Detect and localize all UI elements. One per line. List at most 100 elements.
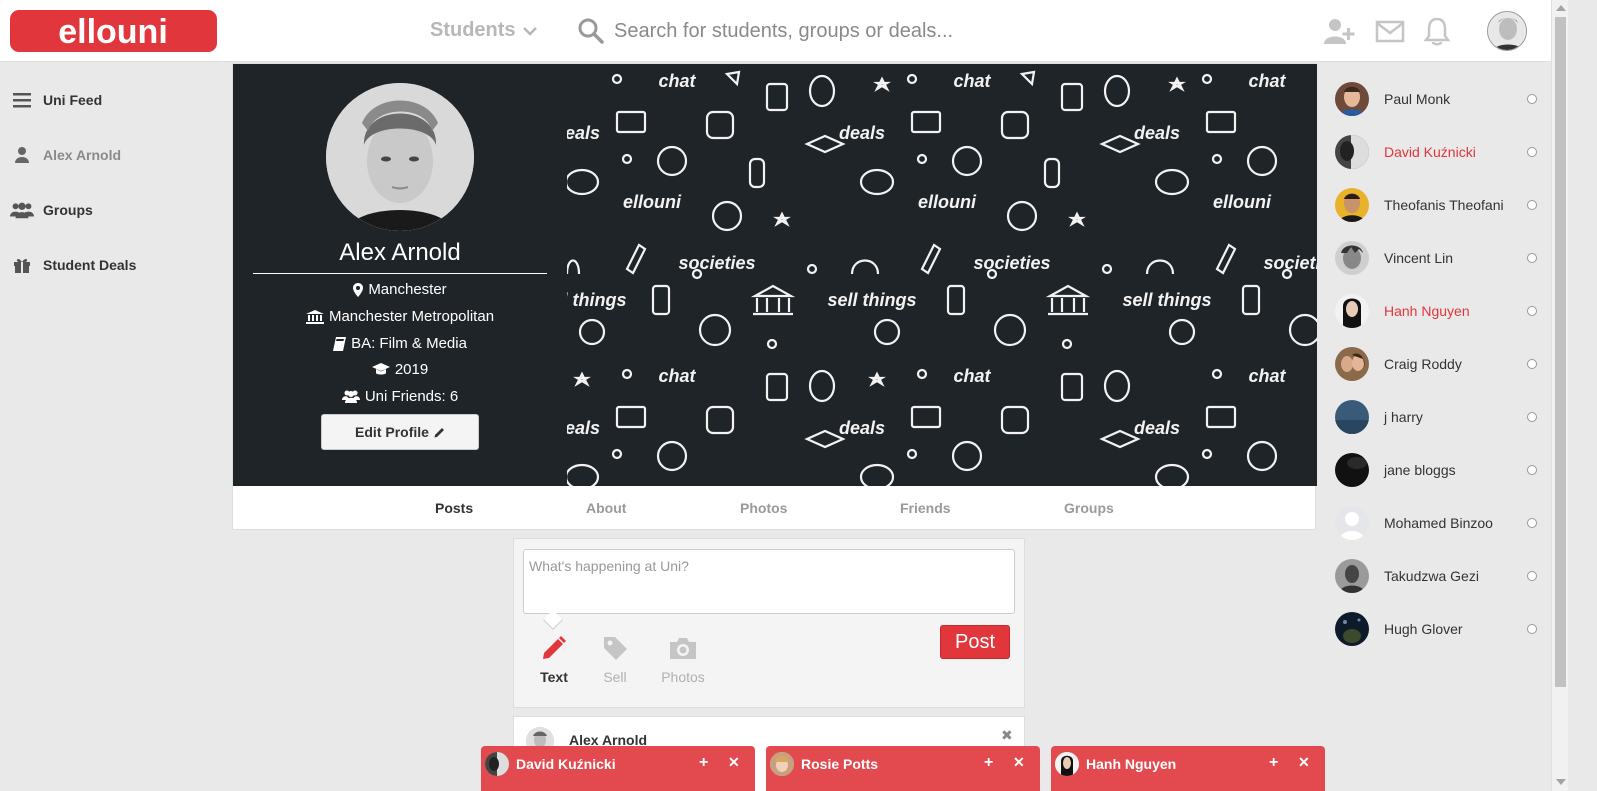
camera-icon <box>670 638 696 659</box>
online-status-indicator <box>1527 305 1537 316</box>
expand-chat-icon[interactable]: + <box>1269 754 1278 772</box>
ellouni-logo[interactable]: ellouni <box>10 10 217 52</box>
scope-dropdown[interactable]: Students <box>430 19 538 42</box>
tab-groups[interactable]: Groups <box>1064 500 1114 516</box>
sidebar-item-groups[interactable]: Groups <box>0 182 230 237</box>
top-navbar: ellouni Students <box>0 0 1551 62</box>
scroll-thumb[interactable] <box>1555 17 1566 687</box>
friend-item[interactable]: Takudzwa Gezi <box>1317 549 1551 602</box>
book-icon <box>333 336 347 351</box>
close-icon[interactable]: ✖ <box>1001 727 1013 744</box>
online-status-indicator <box>1527 252 1537 263</box>
graduation-cap-icon <box>371 363 390 375</box>
cover-pattern: chat chat chat deals deals deals societi… <box>567 64 1317 486</box>
online-status-indicator <box>1527 411 1537 422</box>
close-chat-icon[interactable]: ✕ <box>1013 754 1025 771</box>
svg-text:societies: societies <box>678 253 755 273</box>
friend-item[interactable]: Craig Roddy <box>1317 337 1551 390</box>
university-icon <box>305 309 324 324</box>
pencil-icon <box>543 636 566 659</box>
post-type-label: Photos <box>661 669 705 685</box>
post-type-sell[interactable]: Sell <box>601 629 629 685</box>
sidebar-item-uni-feed[interactable]: Uni Feed <box>0 72 230 127</box>
online-status-indicator <box>1527 570 1537 581</box>
svg-text:chat: chat <box>1248 71 1286 91</box>
users-icon <box>341 390 360 403</box>
cover-photo[interactable]: chat chat chat deals deals deals societi… <box>567 64 1317 486</box>
scope-label: Students <box>430 19 516 41</box>
profile-friends-count[interactable]: Uni Friends: 6 <box>233 388 567 405</box>
chat-avatar <box>1055 752 1079 776</box>
profile-year: 2019 <box>233 361 567 378</box>
chat-avatar <box>485 752 509 776</box>
expand-chat-icon[interactable]: + <box>699 754 708 772</box>
svg-text:ellouni: ellouni <box>1213 192 1272 212</box>
user-icon <box>10 145 34 165</box>
svg-text:deals: deals <box>1134 418 1180 438</box>
friend-item[interactable]: Hanh Nguyen <box>1317 284 1551 337</box>
chevron-down-icon <box>522 26 537 36</box>
tab-about[interactable]: About <box>586 500 626 516</box>
post-type-label: Text <box>540 669 568 685</box>
post-type-text[interactable]: Text <box>539 629 569 685</box>
chat-window-tab[interactable]: David Kuźnicki + ✕ <box>481 746 755 791</box>
sidebar-item-label: Groups <box>43 201 93 218</box>
friend-avatar <box>1335 505 1369 540</box>
post-type-label: Sell <box>603 669 627 685</box>
chat-window-tab[interactable]: Hanh Nguyen + ✕ <box>1051 746 1325 791</box>
friend-item[interactable]: David Kuźnicki <box>1317 125 1551 178</box>
user-avatar[interactable] <box>1487 11 1527 51</box>
friend-avatar <box>1335 293 1369 328</box>
scroll-up-arrow[interactable] <box>1556 5 1566 11</box>
search-input[interactable] <box>614 19 1134 43</box>
sidebar-item-label: Uni Feed <box>43 91 103 108</box>
friend-avatar <box>1335 81 1369 116</box>
users-icon <box>10 200 34 220</box>
friend-item[interactable]: Theofanis Theofani <box>1317 178 1551 231</box>
tab-photos[interactable]: Photos <box>740 500 787 516</box>
search-icon[interactable] <box>578 18 604 44</box>
chat-window-tab[interactable]: Rosie Potts + ✕ <box>766 746 1040 791</box>
close-chat-icon[interactable]: ✕ <box>728 754 740 771</box>
friend-item[interactable]: j harry <box>1317 390 1551 443</box>
sidebar-item-student-deals[interactable]: Student Deals <box>0 237 230 292</box>
svg-text:deals: deals <box>567 123 600 143</box>
profile-course: BA: Film & Media <box>233 335 567 352</box>
tab-posts[interactable]: Posts <box>435 500 473 516</box>
post-type-photos[interactable]: Photos <box>660 629 706 685</box>
profile-photo[interactable] <box>326 83 474 231</box>
bell-icon[interactable] <box>1421 16 1453 46</box>
friend-item[interactable]: Vincent Lin <box>1317 231 1551 284</box>
friend-avatar <box>1335 452 1369 487</box>
friend-avatar <box>1335 346 1369 381</box>
friend-item[interactable]: Paul Monk <box>1317 72 1551 125</box>
sidebar-item-label: Student Deals <box>43 256 137 273</box>
chat-name: Hanh Nguyen <box>1086 756 1177 772</box>
friend-item[interactable]: jane bloggs <box>1317 443 1551 496</box>
edit-profile-button[interactable]: Edit Profile <box>321 414 479 450</box>
page-scrollbar[interactable] <box>1551 0 1568 791</box>
sidebar-item-profile[interactable]: Alex Arnold <box>0 127 230 182</box>
svg-text:deals: deals <box>567 418 600 438</box>
svg-text:sell things: sell things <box>1122 290 1211 310</box>
profile-header: Alex Arnold Manchester Manchester Metrop… <box>232 63 1317 530</box>
sidebar-item-label: Alex Arnold <box>43 146 122 163</box>
friend-item[interactable]: Hugh Glover <box>1317 602 1551 655</box>
friend-item[interactable]: Mohamed Binzoo <box>1317 496 1551 549</box>
status-input[interactable] <box>523 549 1015 614</box>
profile-tabs: Posts About Photos Friends Groups <box>233 486 1315 530</box>
expand-chat-icon[interactable]: + <box>984 754 993 772</box>
chat-avatar <box>770 752 794 776</box>
profile-info-panel: Alex Arnold Manchester Manchester Metrop… <box>233 64 567 486</box>
scroll-down-arrow[interactable] <box>1556 779 1566 785</box>
bars-icon <box>10 90 34 110</box>
svg-text:sell things: sell things <box>827 290 916 310</box>
add-friend-icon[interactable] <box>1323 16 1355 46</box>
tab-friends[interactable]: Friends <box>900 500 951 516</box>
svg-text:deals: deals <box>1134 123 1180 143</box>
close-chat-icon[interactable]: ✕ <box>1298 754 1310 771</box>
envelope-icon[interactable] <box>1374 16 1406 46</box>
post-button[interactable]: Post <box>940 625 1010 659</box>
chat-name: Rosie Potts <box>801 756 879 772</box>
svg-text:sell things: sell things <box>567 290 627 310</box>
